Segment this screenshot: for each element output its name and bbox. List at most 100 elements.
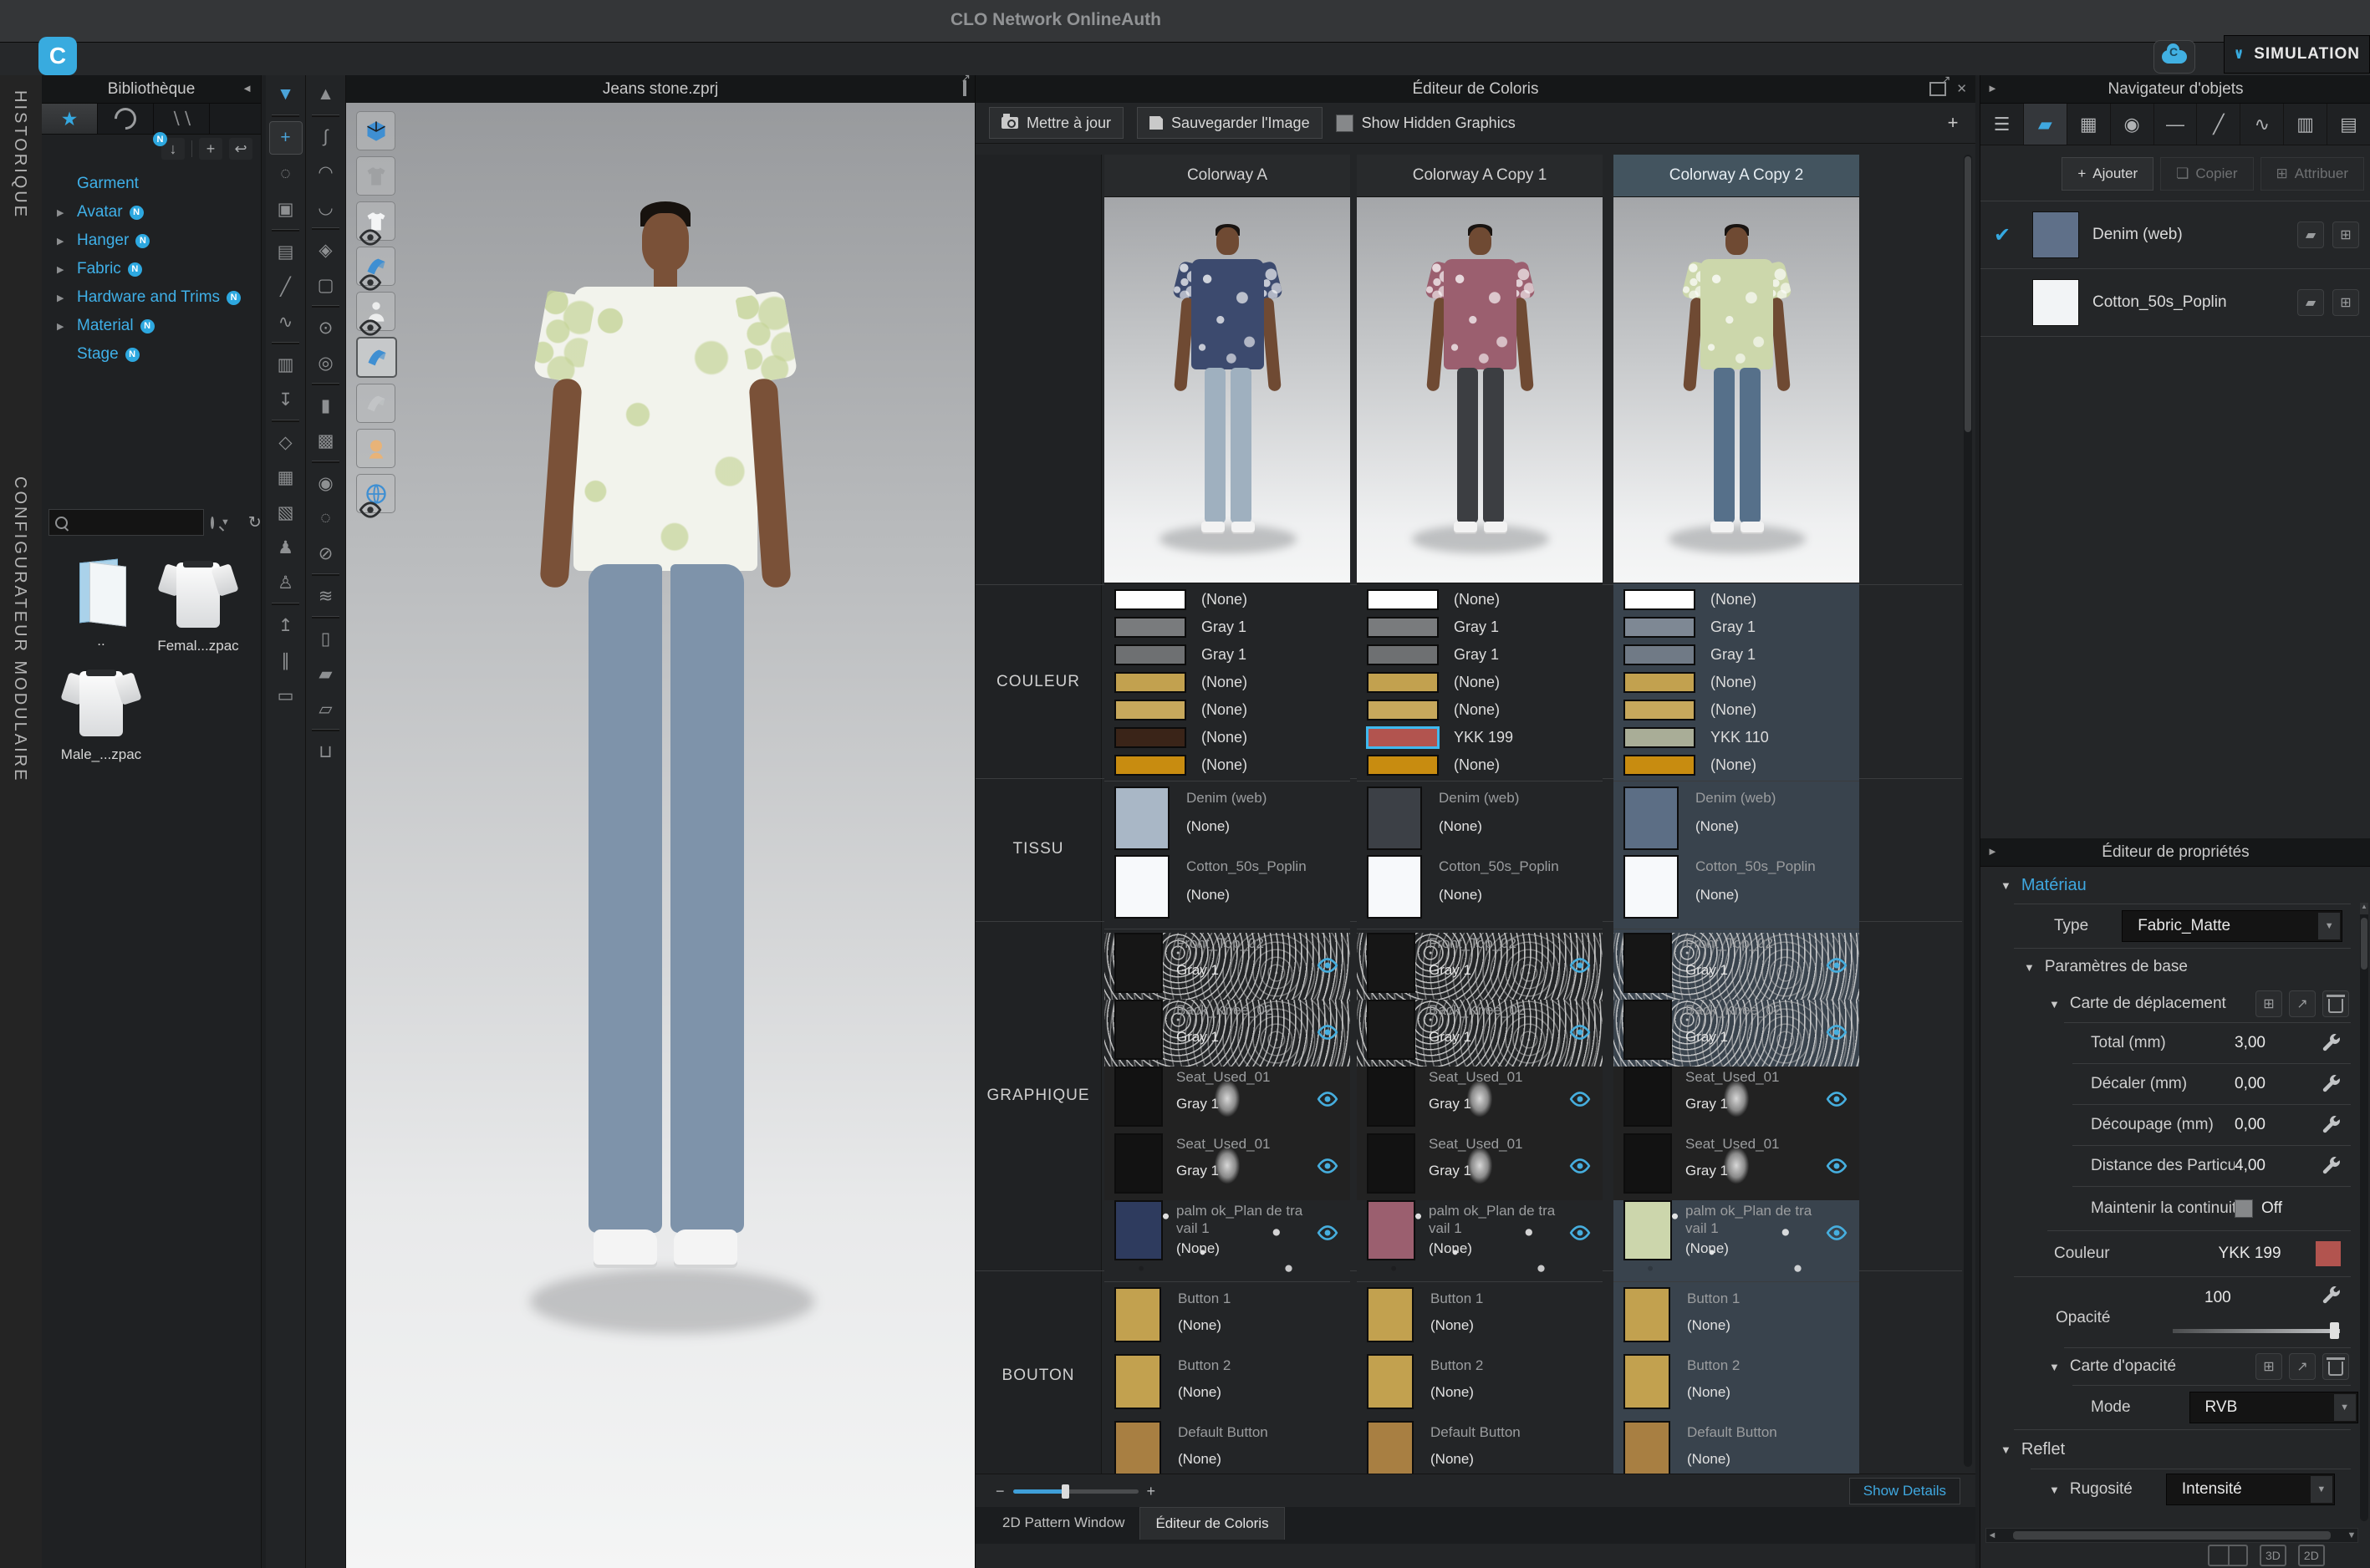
graphic-thumbnail[interactable]	[1367, 1200, 1415, 1260]
save-image-button[interactable]: Sauvegarder l'Image	[1137, 107, 1323, 139]
refresh-icon[interactable]: ↻	[248, 513, 262, 532]
color-row[interactable]: (None)	[1613, 669, 1859, 696]
fabric-row[interactable]: Denim (web)(None)	[1104, 787, 1350, 855]
color-row[interactable]: Gray 1	[1613, 613, 1859, 641]
object-tab-icon[interactable]: ▥	[2284, 104, 2327, 145]
graphic-thumbnail[interactable]	[1114, 1067, 1163, 1127]
object-tab-icon[interactable]: ◉	[2111, 104, 2154, 145]
zoom-out-icon[interactable]: −	[996, 1483, 1005, 1500]
color-picker-swatch[interactable]	[2316, 1241, 2341, 1266]
color-row[interactable]: YKK 110	[1613, 724, 1859, 751]
color-swatch[interactable]	[1114, 700, 1186, 720]
update-button[interactable]: Mettre à jour	[989, 107, 1124, 139]
color-row[interactable]: (None)	[1613, 586, 1859, 613]
tree-item[interactable]: ▶ Avatar N	[42, 198, 261, 227]
object-tab-icon[interactable]: ▤	[2327, 104, 2370, 145]
tool-icon[interactable]: ▧	[270, 496, 302, 528]
clo-logo[interactable]: C	[38, 37, 77, 75]
tool-icon[interactable]: ▤	[270, 236, 302, 267]
tool-icon[interactable]: ♙	[270, 567, 302, 598]
graphic-thumbnail[interactable]	[1623, 1000, 1672, 1060]
search-input[interactable]	[48, 509, 204, 536]
graphic-row[interactable]: palm ok_Plan de travail 1(None)	[1104, 1200, 1350, 1280]
slider-handle[interactable]	[2330, 1322, 2339, 1339]
button-thumbnail[interactable]	[1623, 1287, 1670, 1342]
viewport-tool-icon[interactable]	[356, 201, 395, 241]
add-to-icon[interactable]: ⊞	[2332, 289, 2359, 316]
color-row[interactable]: YKK 199	[1357, 724, 1603, 751]
color-swatch[interactable]	[1114, 672, 1186, 693]
material-section[interactable]: ▼ Matériau	[1980, 867, 2370, 904]
color-swatch[interactable]	[1114, 617, 1186, 638]
tool-icon[interactable]: ↥	[270, 609, 302, 641]
library-tab-favorites[interactable]: ★	[42, 104, 98, 134]
avatar-pants-right[interactable]	[670, 564, 744, 1233]
eye-icon[interactable]	[1569, 955, 1591, 976]
color-row[interactable]: (None)	[1357, 751, 1603, 779]
object-tab-icon[interactable]: ☰	[1980, 104, 2024, 145]
tool-icon[interactable]: ▭	[270, 680, 302, 711]
color-swatch[interactable]	[1623, 755, 1695, 776]
graphic-row[interactable]: Seat_Used_01Gray 1	[1613, 1133, 1859, 1200]
scroll-right-icon[interactable]: ▼	[2346, 1530, 2357, 1540]
search-filter-icon[interactable]	[211, 517, 214, 529]
eye-icon[interactable]	[1317, 1222, 1338, 1244]
property-scrollbar[interactable]: ▲	[2360, 903, 2368, 1521]
triangle-down-icon[interactable]: ▼	[2000, 1443, 2011, 1456]
graphic-thumbnail[interactable]	[1623, 1067, 1672, 1127]
viewport-tool-icon[interactable]	[356, 429, 395, 468]
color-swatch[interactable]	[1367, 589, 1439, 610]
copy-button[interactable]: ❏Copier	[2160, 157, 2253, 191]
tree-item[interactable]: Garment	[42, 170, 261, 198]
tool-icon[interactable]: ╱	[270, 271, 302, 303]
button-thumbnail[interactable]	[1114, 1287, 1161, 1342]
color-swatch[interactable]	[1367, 644, 1439, 665]
colorway-scrollbar[interactable]	[1964, 155, 1972, 1467]
graphic-row[interactable]: Back_Knee_02Gray 1	[1104, 1000, 1350, 1067]
color-swatch[interactable]	[1367, 727, 1439, 748]
expand-panel-icon[interactable]: ►	[1987, 845, 1998, 858]
eye-icon[interactable]	[1569, 1088, 1591, 1110]
tool-icon[interactable]: ◌	[270, 158, 302, 190]
color-swatch[interactable]	[1114, 755, 1186, 776]
object-tab-icon[interactable]: ∿	[2240, 104, 2284, 145]
graphic-thumbnail[interactable]	[1114, 1133, 1163, 1194]
color-swatch[interactable]	[1114, 589, 1186, 610]
color-swatch[interactable]	[1623, 727, 1695, 748]
wrench-icon[interactable]	[2321, 1074, 2341, 1094]
grid-icon[interactable]: ⊞	[2255, 990, 2282, 1017]
tree-item[interactable]: ▶ Hanger N	[42, 227, 261, 255]
colorway-name[interactable]: Colorway A	[1104, 155, 1350, 197]
chevron-down-icon[interactable]: ▼	[221, 517, 230, 527]
button-thumbnail[interactable]	[1623, 1421, 1670, 1476]
eye-icon[interactable]	[1569, 1021, 1591, 1043]
fabric-thumbnail[interactable]	[1114, 787, 1170, 850]
viewport-3d[interactable]: Jeans stone.zprj	[346, 75, 975, 1568]
colorway-thumbnail[interactable]	[1104, 197, 1350, 583]
library-item[interactable]: ..	[55, 557, 147, 654]
tool-icon[interactable]: ▱	[310, 693, 342, 725]
opacity-map-section[interactable]: ▼ Carte d'opacité ⊞ ↗	[1980, 1348, 2370, 1385]
wrench-icon[interactable]	[2321, 1156, 2341, 1176]
graphic-row[interactable]: Seat_Used_01Gray 1	[1613, 1067, 1859, 1133]
tool-icon[interactable]: ▢	[310, 269, 342, 301]
grid-icon[interactable]: ⊞	[2255, 1353, 2282, 1380]
object-tab-icon[interactable]: ╱	[2197, 104, 2240, 145]
reflect-section[interactable]: ▼ Reflet	[1980, 1430, 2370, 1469]
tool-icon[interactable]: ▰	[310, 658, 342, 690]
eye-icon[interactable]	[1569, 1222, 1591, 1244]
wrench-icon[interactable]	[2321, 1285, 2341, 1306]
triangle-down-icon[interactable]: ▼	[2024, 961, 2035, 974]
button-thumbnail[interactable]	[1367, 1421, 1414, 1476]
view-3d-button[interactable]: 3D	[2260, 1545, 2286, 1566]
add-icon[interactable]: +	[199, 138, 222, 160]
expand-arrow-icon[interactable]: ▶	[57, 293, 64, 303]
color-row[interactable]: Gray 1	[1104, 641, 1350, 669]
param-value[interactable]: 3,00	[2235, 1034, 2310, 1052]
color-swatch[interactable]	[1623, 617, 1695, 638]
button-thumbnail[interactable]	[1114, 1354, 1161, 1409]
graphic-thumbnail[interactable]	[1367, 933, 1415, 993]
bottom-tab[interactable]: 2D Pattern Window	[987, 1507, 1139, 1539]
graphic-thumbnail[interactable]	[1367, 1000, 1415, 1060]
tree-item[interactable]: ▶ Material N	[42, 312, 261, 340]
